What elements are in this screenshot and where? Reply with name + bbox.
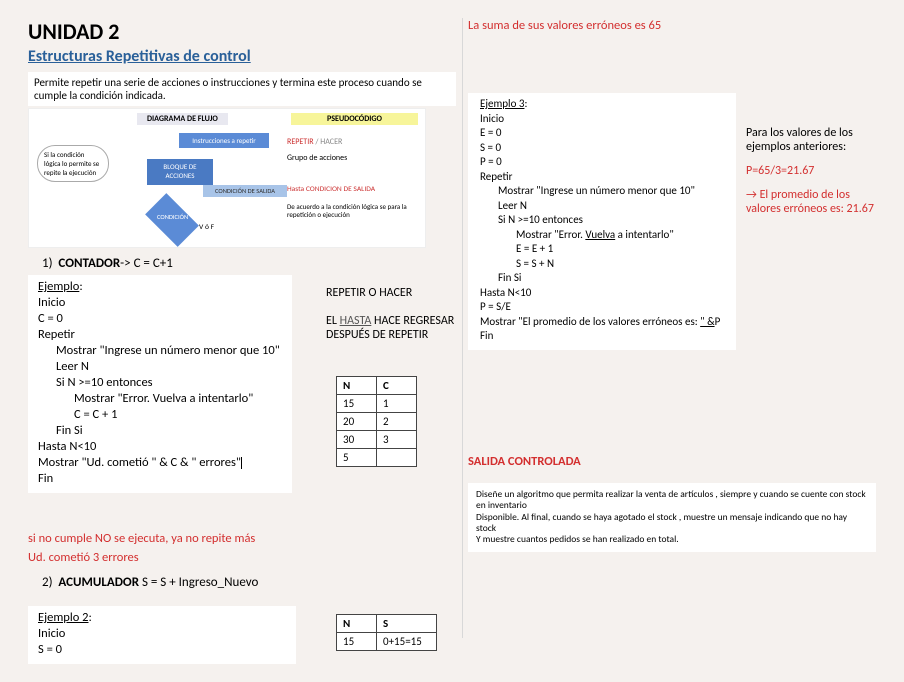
label-vf: V ó F [199, 223, 214, 232]
diagram-title-left: DIAGRAMA DE FLUJO [137, 113, 228, 125]
pseudo-hasta: Hasta CONDICION DE SALIDA [287, 185, 375, 194]
note-no-cumple: si no cumple NO se ejecuta, ya no repite… [28, 531, 456, 546]
unit-title: UNIDAD 2 [28, 18, 456, 45]
label-condition: CONDICIÓN [157, 213, 188, 221]
acumulador-heading: 2) ACUMULADOR S = S + Ingreso_Nuevo [42, 575, 456, 590]
repeat-note: REPETIR O HACER EL HASTA HACE REGRESAR D… [326, 286, 466, 342]
pseudo-group: Grupo de acciones [287, 153, 347, 163]
example3-code: Ejemplo 3: Inicio E = 0 S = 0 P = 0 Repe… [468, 93, 736, 350]
table-ns: NS 150+15=15 [336, 614, 437, 651]
cloud-condition: Si la condición lógica lo permite se rep… [37, 145, 109, 182]
table-nc: NC 151 202 303 5 [336, 376, 417, 467]
box-exit-condition: CONDICIÓN DE SALIDA [203, 185, 287, 197]
sum-erroneos: La suma de sus valores erróneos es 65 [468, 18, 876, 33]
pseudo-repeat: REPETIR / HACER [287, 137, 342, 147]
problem-text: Diseñe un algoritmo que permita realizar… [468, 483, 876, 552]
flow-diagram: DIAGRAMA DE FLUJO PSEUDOCÓDIGO Si la con… [28, 108, 426, 248]
example1-code: Ejemplo: Inicio C = 0 Repetir Mostrar "I… [28, 275, 292, 493]
diagram-title-right: PSEUDOCÓDIGO [291, 113, 418, 125]
contador-heading: 1) CONTADOR-> C = C+1 [42, 256, 456, 271]
intro-text: Permite repetir una serie de acciones o … [28, 72, 456, 106]
subtitle: Estructuras Repetitivas de control [28, 47, 456, 66]
example2-code: Ejemplo 2: Inicio S = 0 [28, 606, 296, 664]
box-actions: BLOQUE DE ACCIONES [147, 159, 213, 185]
box-instructions: Instrucciones a repetir [179, 133, 269, 148]
pseudo-desc: De acuerdo a la condición lógica se para… [287, 203, 407, 218]
side-calc: Para los valores de los ejemplos anterio… [746, 126, 876, 226]
note-ud-cometio: Ud. cometió 3 errores [28, 550, 456, 565]
salida-heading: SALIDA CONTROLADA [468, 454, 876, 469]
